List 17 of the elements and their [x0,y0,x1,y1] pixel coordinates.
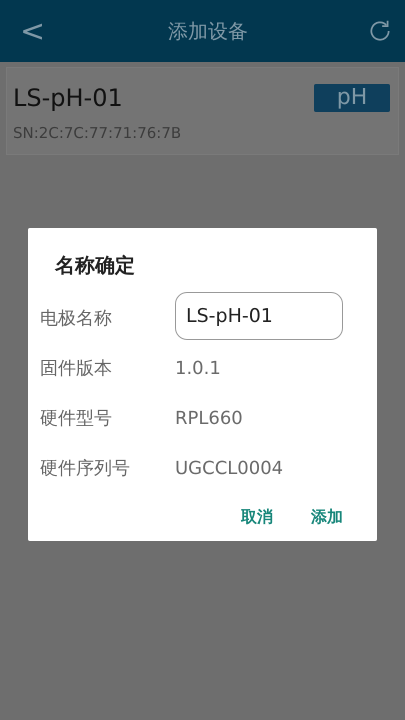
device-card[interactable]: LS-pH-01 pH SN:2C:7C:77:71:76:7B [6,67,399,155]
field-value: RPL660 [175,408,243,428]
field-value: UGCCL0004 [175,458,284,478]
field-label: 硬件型号 [40,407,113,430]
field-label: 固件版本 [40,357,113,380]
dialog-button[interactable]: 取消 [235,503,279,532]
field-value: 1.0.1 [175,358,221,378]
name-input[interactable]: LS-pH-01 [175,292,343,340]
dialog-title: 名称确定 [55,252,136,279]
back-button[interactable]: < [16,14,50,48]
screen-title: 添加设备 [168,18,248,44]
field-label: 电极名称 [40,307,113,330]
type-tag: pH [314,84,390,112]
field-label: 硬件序列号 [40,457,131,480]
serial-number: SN:2C:7C:77:71:76:7B [13,124,182,142]
dialog-button[interactable]: 添加 [305,503,349,532]
device-name: LS-pH-01 [13,84,123,112]
